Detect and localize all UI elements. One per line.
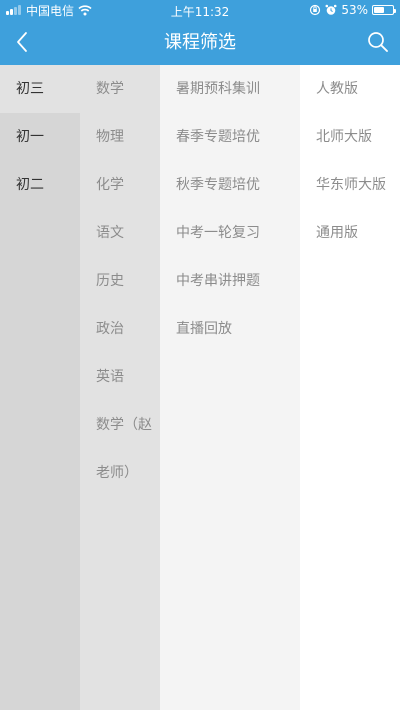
category-item-spring-topics[interactable]: 春季专题培优 [160,113,300,161]
subject-item-math[interactable]: 数学 [80,65,160,113]
subject-item-history[interactable]: 历史 [80,257,160,305]
edition-item-general[interactable]: 通用版 [300,209,400,257]
nav-bar: 课程筛选 [0,20,400,65]
alarm-icon [325,4,337,15]
category-item-exam-predictions[interactable]: 中考串讲押题 [160,257,300,305]
status-right: 53% [305,3,396,17]
subject-item-chinese[interactable]: 语文 [80,209,160,257]
search-icon [368,32,388,52]
edition-item-bnu[interactable]: 北师大版 [300,113,400,161]
subject-item-math-teacher-zhao[interactable]: 数学（赵 [80,401,160,449]
category-item-autumn-topics[interactable]: 秋季专题培优 [160,161,300,209]
edition-item-ecnu[interactable]: 华东师大版 [300,161,400,209]
subject-item-chemistry[interactable]: 化学 [80,161,160,209]
grade-item-grade-3[interactable]: 初三 [0,65,80,113]
category-item-summer-prep[interactable]: 暑期预科集训 [160,65,300,113]
orientation-lock-icon [310,4,321,16]
subject-column: 数学 物理 化学 语文 历史 政治 英语 数学（赵 老师） [80,65,160,710]
grade-column: 初三 初一 初二 [0,65,80,710]
subject-item-math-teacher-zhao-cont[interactable]: 老师） [80,449,160,497]
search-button[interactable] [364,28,392,56]
edition-column: 人教版 北师大版 华东师大版 通用版 [300,65,400,710]
page-title: 课程筛选 [164,32,236,53]
battery-fill [374,7,384,13]
grade-item-grade-1[interactable]: 初一 [0,113,80,161]
status-bar: 中国电信 上午11:32 53% [0,0,400,20]
category-item-live-replay[interactable]: 直播回放 [160,305,300,353]
battery-percent: 53% [341,3,368,17]
edition-item-pep[interactable]: 人教版 [300,65,400,113]
category-item-exam-review[interactable]: 中考一轮复习 [160,209,300,257]
subject-item-politics[interactable]: 政治 [80,305,160,353]
subject-item-physics[interactable]: 物理 [80,113,160,161]
category-column: 暑期预科集训 春季专题培优 秋季专题培优 中考一轮复习 中考串讲押题 直播回放 [160,65,300,710]
filter-columns: 初三 初一 初二 数学 物理 化学 语文 历史 政治 英语 数学（赵 老师） 暑… [0,65,400,710]
battery-icon [372,5,396,15]
grade-item-grade-2[interactable]: 初二 [0,161,80,209]
subject-item-english[interactable]: 英语 [80,353,160,401]
